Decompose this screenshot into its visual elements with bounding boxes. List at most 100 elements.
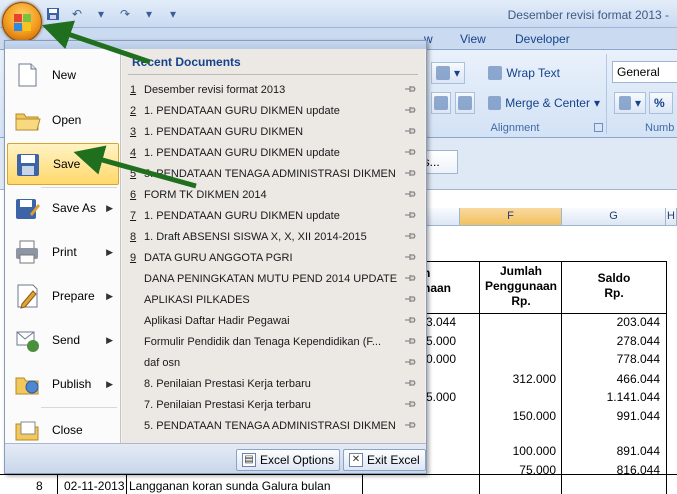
grid-cell[interactable]: 312.000 — [480, 372, 556, 386]
pin-icon[interactable] — [404, 273, 416, 283]
recent-documents-divider — [128, 74, 418, 75]
menu-item-label: New — [52, 68, 77, 82]
grid-cell[interactable]: 991.044 — [562, 409, 660, 423]
recent-document-item[interactable]: 8. Penilaian Prestasi Kerja terbaru — [130, 373, 420, 394]
pin-icon[interactable] — [404, 252, 416, 262]
pin-icon[interactable] — [404, 294, 416, 304]
merge-center-button[interactable]: Merge & Center ▾ — [484, 92, 604, 114]
grid-cell[interactable]: 100.000 — [480, 444, 556, 458]
pin-icon[interactable] — [404, 231, 416, 241]
menu-item-send[interactable]: Send ▶ — [7, 319, 119, 361]
description-cell[interactable]: Langganan koran sunda Galura bulan — [129, 479, 331, 493]
menu-item-save[interactable]: Save — [7, 143, 119, 185]
menu-item-label: Prepare — [52, 289, 95, 303]
tab-developer[interactable]: Developer — [515, 32, 570, 46]
office-button[interactable] — [2, 2, 42, 42]
header-cell-jumlah-penggunaan[interactable]: Jumlah Penggunaan Rp. — [480, 264, 562, 309]
decrease-indent-button[interactable] — [431, 92, 451, 114]
pin-icon[interactable] — [404, 315, 416, 325]
recent-document-item[interactable]: daf osn — [130, 352, 420, 373]
recent-document-item[interactable]: 4 1. PENDATAAN GURU DIKMEN update — [130, 142, 420, 163]
recent-document-item[interactable]: 7. Penilaian Prestasi Kerja terbaru — [130, 394, 420, 415]
recent-document-item[interactable]: 3 1. PENDATAAN GURU DIKMEN — [130, 121, 420, 142]
menu-item-label: Open — [52, 113, 82, 127]
pin-icon[interactable] — [404, 399, 416, 409]
recent-document-number: 1 — [130, 83, 137, 96]
menu-item-print[interactable]: Print ▶ — [7, 231, 119, 273]
menu-item-open[interactable]: Open — [7, 99, 119, 141]
pin-icon[interactable] — [404, 336, 416, 346]
excel-options-button[interactable]: ▤ Excel Options — [236, 449, 341, 471]
recent-document-item[interactable]: 1 Desember revisi format 2013 — [130, 79, 420, 100]
number-group-label: Numb — [645, 122, 675, 134]
merge-center-icon — [488, 96, 502, 110]
recent-document-item[interactable]: Aplikasi Daftar Hadir Pegawai — [130, 310, 420, 331]
grid-cell[interactable]: 778.044 — [562, 352, 660, 366]
recent-document-number: 3 — [130, 125, 137, 138]
recent-document-item[interactable]: 5. PENDATAAN TENAGA ADMINISTRASI DIKMEN — [130, 415, 420, 436]
column-header-g[interactable]: G — [562, 208, 666, 226]
alignment-dialog-launcher-icon[interactable] — [594, 123, 603, 132]
recent-document-item[interactable]: 9 DATA GURU ANGGOTA PGRI — [130, 247, 420, 268]
currency-button[interactable]: ▾ — [614, 92, 646, 114]
qat-dropdown-icon[interactable]: ▾ — [140, 5, 158, 22]
pin-icon[interactable] — [404, 189, 416, 199]
menu-item-save-as[interactable]: Save As ▶ — [7, 187, 119, 229]
pin-icon[interactable] — [404, 84, 416, 94]
recent-document-item[interactable]: 6 FORM TK DIKMEN 2014 — [130, 184, 420, 205]
quick-access-toolbar: ↶ ▾ ↷ ▾ ▾ — [44, 5, 182, 22]
grid-cell[interactable]: 203.044 — [562, 315, 660, 329]
pin-icon[interactable] — [404, 378, 416, 388]
qat-save-icon[interactable] — [44, 5, 62, 22]
pin-icon[interactable] — [404, 126, 416, 136]
menu-item-new[interactable]: New — [7, 54, 119, 96]
printer-icon — [13, 238, 41, 266]
recent-document-item[interactable]: APLIKASI PILKADES — [130, 289, 420, 310]
close-folder-icon — [13, 416, 41, 444]
menu-item-prepare[interactable]: Prepare ▶ — [7, 275, 119, 317]
header-cell-saldo[interactable]: Saldo Rp. — [562, 271, 666, 301]
grid-cell[interactable]: 891.044 — [562, 444, 660, 458]
wrap-text-button[interactable]: Wrap Text — [484, 62, 564, 84]
pin-icon[interactable] — [404, 168, 416, 178]
header-cell-partial[interactable]: h naan — [423, 266, 463, 296]
grid-cell[interactable]: 150.000 — [480, 409, 556, 423]
grid-line — [666, 261, 667, 494]
grid-cell[interactable]: 816.044 — [562, 463, 660, 477]
exit-excel-button[interactable]: ✕ Exit Excel — [343, 449, 426, 471]
qat-customize-icon[interactable]: ▾ — [164, 5, 182, 22]
number-format-select[interactable]: General — [612, 61, 677, 83]
menu-item-publish[interactable]: Publish ▶ — [7, 363, 119, 405]
qat-redo-icon[interactable]: ↷ — [116, 5, 134, 22]
recent-document-number: 9 — [130, 251, 137, 264]
pin-icon[interactable] — [404, 147, 416, 157]
row-number-cell[interactable]: 8 — [36, 479, 43, 493]
menu-top-strip — [5, 41, 426, 49]
pin-icon[interactable] — [404, 105, 416, 115]
percent-button[interactable]: % — [649, 92, 673, 114]
recent-document-item[interactable]: 2 1. PENDATAAN GURU DIKMEN update — [130, 100, 420, 121]
recent-document-item[interactable]: Formulir Pendidik dan Tenaga Kependidika… — [130, 331, 420, 352]
pin-icon[interactable] — [404, 357, 416, 367]
qat-undo-icon[interactable]: ↶ — [68, 5, 86, 22]
recent-document-name: 1. Draft ABSENSI SISWA X, X, XII 2014-20… — [144, 230, 367, 243]
recent-document-item[interactable]: 5 5. PENDATAAN TENAGA ADMINISTRASI DIKMEN — [130, 163, 420, 184]
pin-icon[interactable] — [404, 420, 416, 430]
pin-icon[interactable] — [404, 210, 416, 220]
grid-cell[interactable]: 466.044 — [562, 372, 660, 386]
qat-dropdown-icon[interactable]: ▾ — [92, 5, 110, 22]
column-header-f[interactable]: F — [460, 208, 562, 226]
orientation-button[interactable]: ▾ — [431, 62, 465, 84]
recent-document-item[interactable]: DANA PENINGKATAN MUTU PEND 2014 UPDATE — [130, 268, 420, 289]
recent-document-item[interactable]: 8 1. Draft ABSENSI SISWA X, X, XII 2014-2… — [130, 226, 420, 247]
grid-cell[interactable]: 75.000 — [480, 463, 556, 477]
tab-view[interactable]: View — [460, 32, 486, 46]
grid-cell[interactable]: 1.141.044 — [562, 390, 660, 404]
column-header-h[interactable]: H — [666, 208, 677, 226]
recent-documents-panel: Recent Documents 1 Desember revisi format… — [122, 49, 425, 443]
grid-cell[interactable]: 278.044 — [562, 334, 660, 348]
date-cell[interactable]: 02-11-2013 — [64, 479, 125, 493]
recent-document-item[interactable]: 7 1. PENDATAAN GURU DIKMEN update — [130, 205, 420, 226]
increase-indent-button[interactable] — [455, 92, 475, 114]
submenu-arrow-icon: ▶ — [106, 290, 113, 301]
